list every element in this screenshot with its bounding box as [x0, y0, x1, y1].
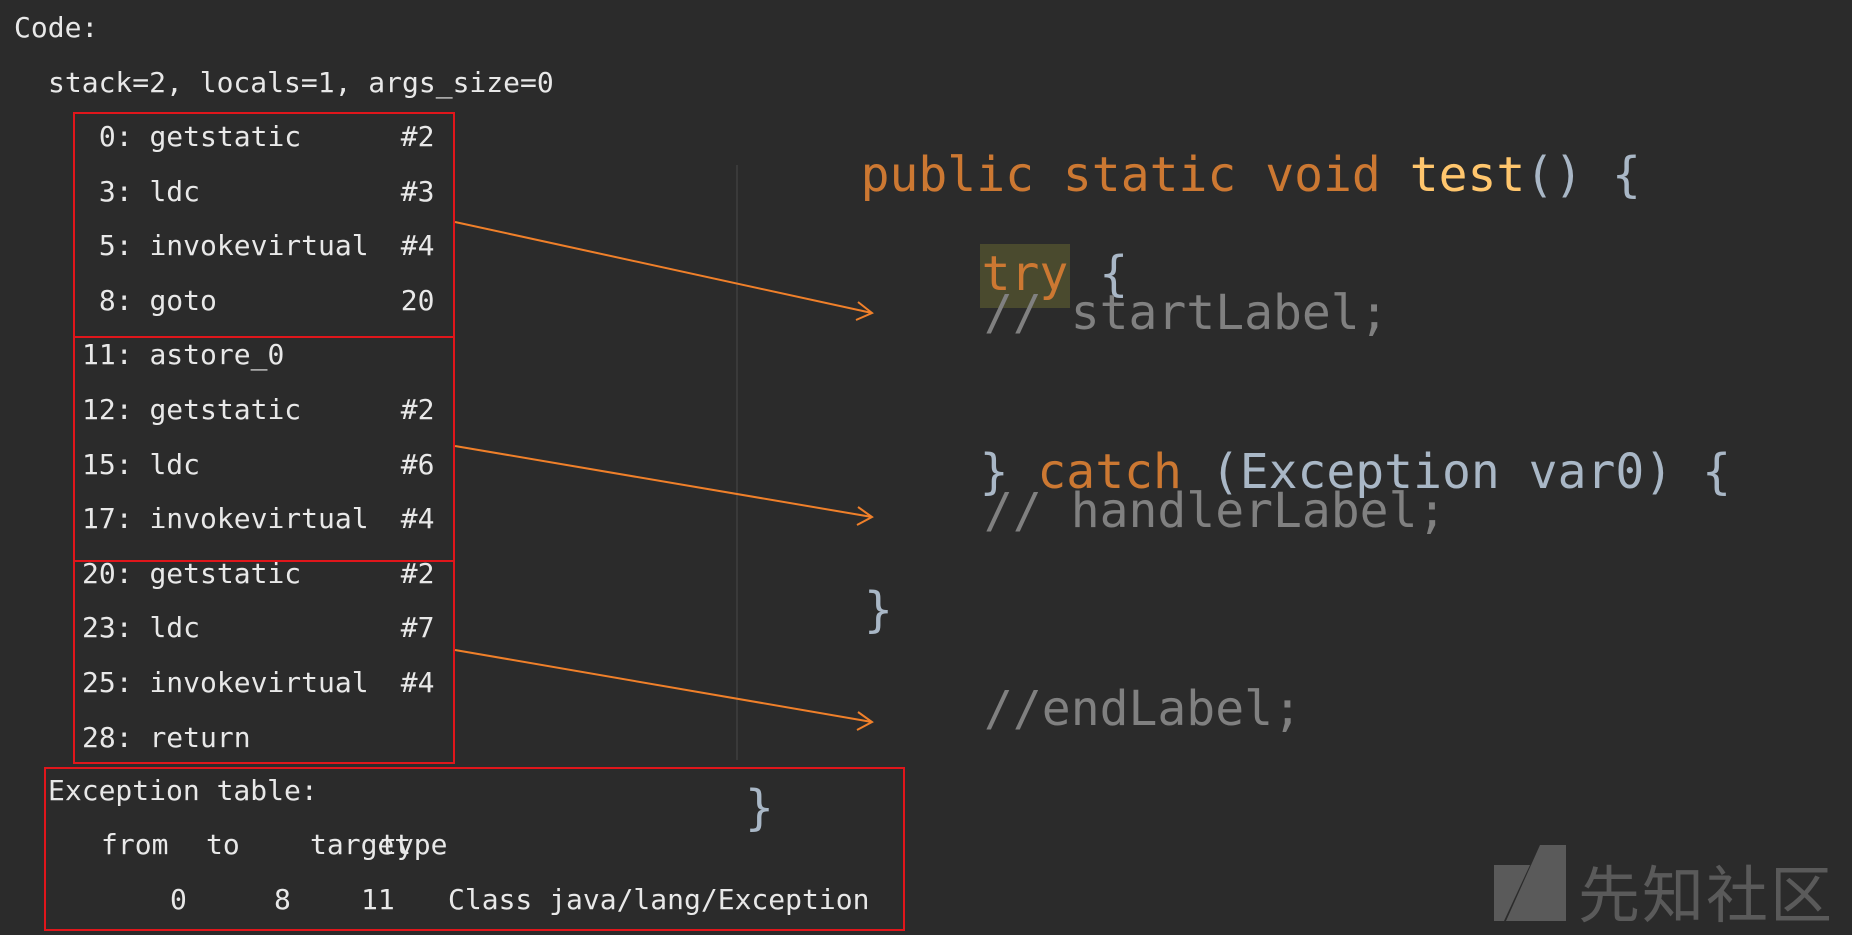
end-block-box	[73, 560, 455, 764]
comment-handler-label: // handlerLabel;	[984, 483, 1447, 539]
kw-void: void	[1265, 147, 1381, 203]
watermark-logo-icon	[1494, 845, 1566, 921]
source-panel: public static void test() { try { // sta…	[740, 60, 1852, 860]
method-name: test	[1409, 147, 1526, 203]
code-header: Code:	[14, 11, 99, 44]
watermark-text: 先知社区	[1578, 859, 1835, 932]
comment-start-label: // startLabel;	[984, 285, 1389, 341]
method-end-brace: }	[745, 780, 774, 836]
catch-end-brace: }	[864, 582, 893, 638]
signature-rest: () {	[1525, 147, 1641, 203]
watermark: 先知社区	[1490, 843, 1840, 932]
comment-end-label: //endLabel;	[984, 681, 1302, 737]
stack-info: stack=2, locals=1, args_size=0	[48, 66, 554, 99]
indent-guide	[736, 165, 738, 760]
handler-block-box	[73, 336, 455, 562]
try-block-box	[73, 112, 455, 338]
